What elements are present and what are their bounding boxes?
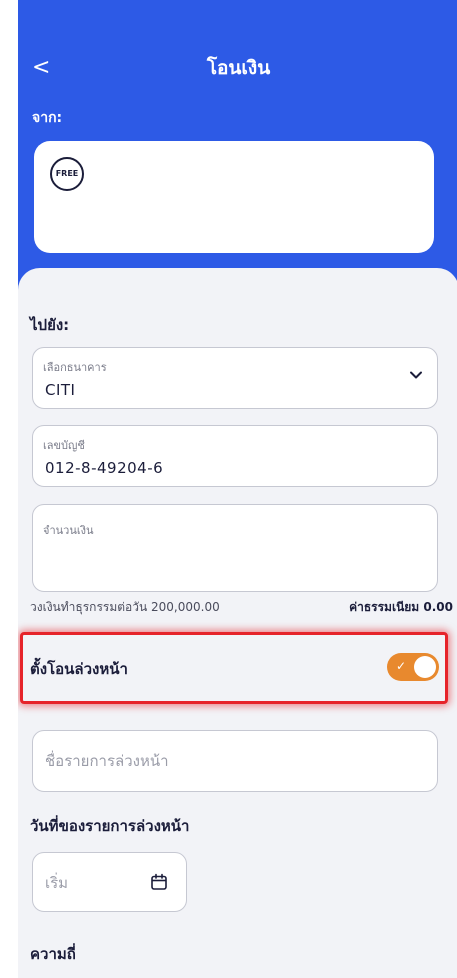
from-account-card[interactable]: FREE xyxy=(34,141,434,253)
phone-screen: < โอนเงิน จาก: FREE ไปยัง: เลือกธนาคาร C… xyxy=(18,0,457,978)
calendar-icon xyxy=(151,873,167,890)
bank-select[interactable]: เลือกธนาคาร CITI xyxy=(32,347,438,409)
start-date-field[interactable]: เริ่ม xyxy=(32,852,187,912)
account-number-label: เลขบัญชี xyxy=(43,439,85,452)
account-number-field[interactable]: เลขบัญชี 012-8-49204-6 xyxy=(32,425,438,487)
advance-name-placeholder: ชื่อรายการล่วงหน้า xyxy=(45,752,169,770)
account-number-value: 012-8-49204-6 xyxy=(45,459,164,477)
amount-field[interactable]: จำนวนเงิน xyxy=(32,504,438,592)
from-label: จาก: xyxy=(32,110,63,126)
page-title: โอนเงิน xyxy=(206,57,271,79)
bank-select-label: เลือกธนาคาร xyxy=(43,361,107,374)
advance-transfer-toggle[interactable]: ✓ xyxy=(387,653,439,681)
daily-limit-text: วงเงินทำธุรกรรมต่อวัน 200,000.00 xyxy=(30,600,220,614)
header: < โอนเงิน จาก: FREE xyxy=(18,0,457,300)
bank-select-value: CITI xyxy=(45,381,76,399)
fee-text: ค่าธรรมเนียม 0.00 xyxy=(349,600,453,614)
date-section-label: วันที่ของรายการล่วงหน้า xyxy=(30,817,190,835)
start-date-placeholder: เริ่ม xyxy=(45,874,69,892)
frequency-label: ความถี่ xyxy=(30,945,76,963)
amount-label: จำนวนเงิน xyxy=(43,524,94,537)
chevron-down-icon xyxy=(410,371,422,379)
check-icon: ✓ xyxy=(396,659,407,673)
to-section-label: ไปยัง: xyxy=(30,316,70,334)
free-badge-icon: FREE xyxy=(50,157,84,191)
advance-name-input[interactable]: ชื่อรายการล่วงหน้า xyxy=(32,730,438,792)
toggle-knob xyxy=(414,656,436,678)
advance-transfer-label: ตั้งโอนล่วงหน้า xyxy=(30,660,128,678)
